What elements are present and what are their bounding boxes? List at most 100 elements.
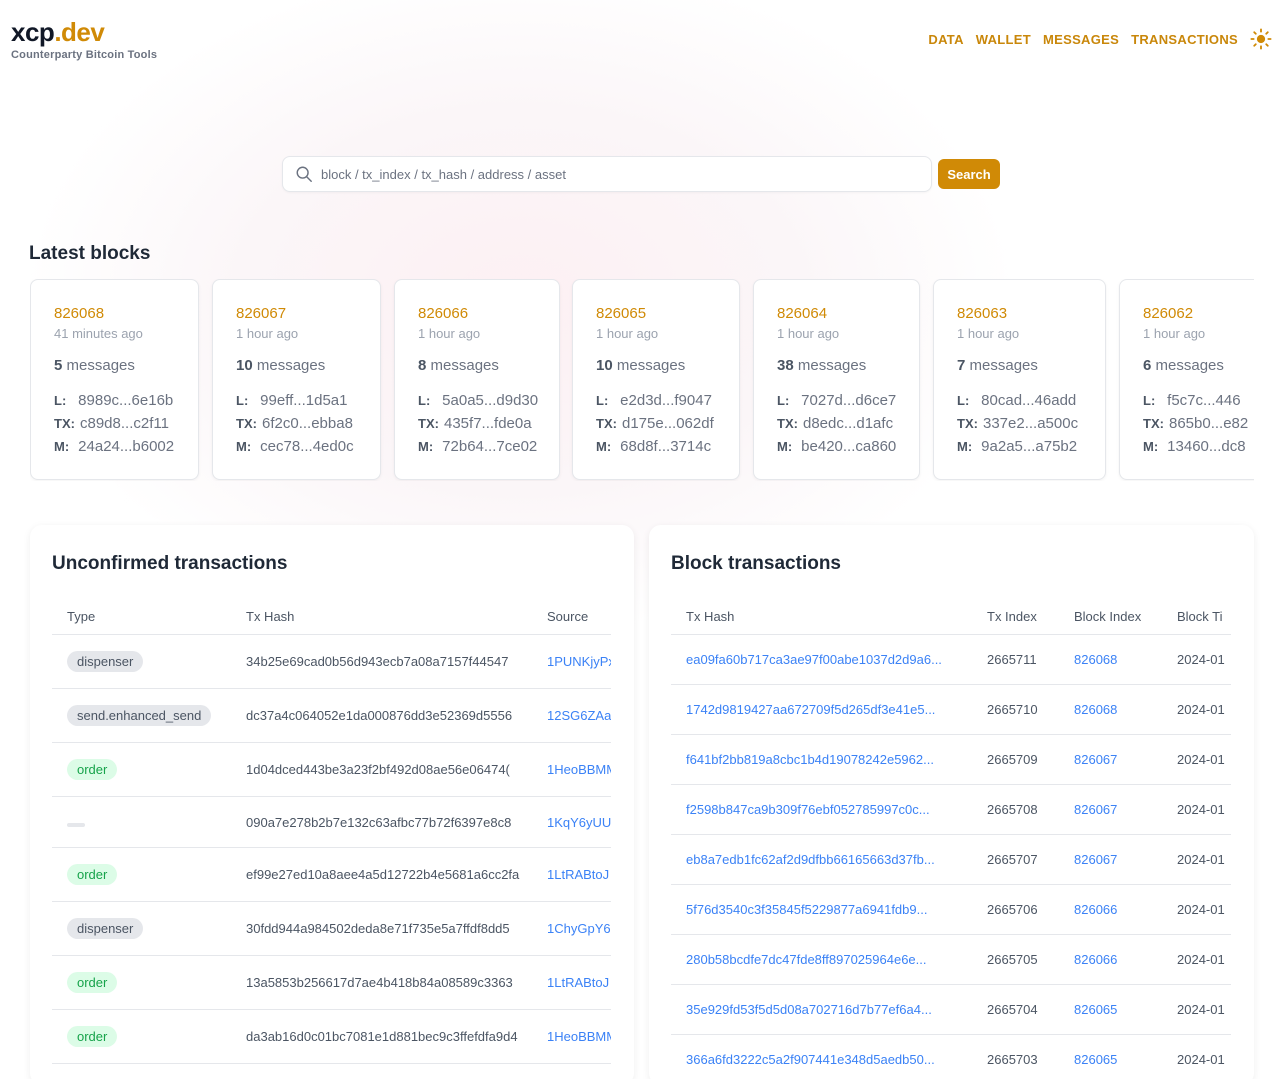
block-message-count: 10 messages: [236, 357, 326, 374]
source-address-link[interactable]: 1KqY6yUU: [532, 815, 611, 830]
tx-index-cell: 2665705: [987, 952, 1038, 967]
table-row[interactable]: order ef99e27ed10a8aee4a5d12722b4e5681a6c…: [52, 848, 611, 902]
table-row[interactable]: 5f76d3540c3f35845f5229877a6941fdb9... 266…: [671, 885, 1231, 935]
source-address-link[interactable]: 1HeoBBMM: [532, 1029, 611, 1044]
table-row[interactable]: send.enhanced_send dc37a4c064052e1da00087…: [52, 689, 611, 743]
site-logo[interactable]: xcp.dev: [11, 17, 157, 47]
table-row[interactable]: eb8a7edb1fc62af2d9dfbb66165663d37fb... 26…: [671, 835, 1231, 885]
type-badge: dispenser: [67, 651, 144, 672]
txlist-hash: d175e...062df: [622, 415, 714, 432]
source-address-link[interactable]: 1HeoBBMM: [532, 762, 611, 777]
search-input[interactable]: [321, 166, 931, 182]
block-number[interactable]: 826065: [596, 304, 739, 324]
tx-hash-cell[interactable]: 13a5853b256617d7ae4b418b84a08589c3363: [231, 975, 532, 990]
site-tagline: Counterparty Bitcoin Tools: [11, 49, 158, 61]
block-number[interactable]: 826062: [1143, 304, 1254, 324]
tx-index-cell: 2665710: [987, 702, 1038, 717]
type-badge: send.enhanced_send: [67, 705, 212, 726]
col-block-time: Block Ti: [1177, 609, 1223, 624]
table-row[interactable]: order da3ab16d0c01bc7081e1d881bec9c3ffefd…: [52, 1010, 611, 1064]
block-number[interactable]: 826066: [418, 304, 559, 324]
txlist-hash: 435f7...fde0a: [444, 415, 532, 432]
tx-hash-link[interactable]: 5f76d3540c3f35845f5229877a6941fdb9...: [671, 902, 972, 917]
table-row[interactable]: 366a6fd3222c5a2f907441e348d5aedb50... 266…: [671, 1035, 1231, 1079]
block-number[interactable]: 826064: [777, 304, 919, 324]
nav-wallet[interactable]: WALLET: [976, 32, 1031, 47]
block-index-link[interactable]: 826067: [1059, 752, 1162, 767]
tx-hash-cell[interactable]: 30fdd944a984502deda8e71f735e5a7ffdf8dd5: [231, 921, 532, 936]
type-cell: send.enhanced_send: [52, 705, 231, 726]
block-index-link[interactable]: 826066: [1059, 902, 1162, 917]
table-row[interactable]: dispenser 30fdd944a984502deda8e71f735e5a7…: [52, 902, 611, 956]
sun-icon[interactable]: [1250, 28, 1272, 50]
table-row[interactable]: dispenser 34b25e69cad0b56d943ecb7a08a7157…: [52, 635, 611, 689]
brand[interactable]: xcp.dev Counterparty Bitcoin Tools: [11, 17, 157, 61]
block-card[interactable]: 826068 41 minutes ago 5 messages L: 8989…: [30, 279, 199, 480]
tx-hash-cell[interactable]: 34b25e69cad0b56d943ecb7a08a7157f44547: [231, 654, 532, 669]
block-number[interactable]: 826068: [54, 304, 198, 324]
table-row[interactable]: ea09fa60b717ca3ae97f00abe1037d2d9a6... 26…: [671, 635, 1231, 685]
block-index-link[interactable]: 826068: [1059, 702, 1162, 717]
tx-hash-link[interactable]: 280b58bcdfe7dc47fde8ff897025964e6e...: [671, 952, 972, 967]
tx-hash-link[interactable]: 1742d9819427aa672709f5d265df3e41e5...: [671, 702, 972, 717]
block-card[interactable]: 826064 1 hour ago 38 messages L: 7027d..…: [753, 279, 920, 480]
tx-hash-link[interactable]: f641bf2bb819a8cbc1b4d19078242e5962...: [671, 752, 972, 767]
block-index-link[interactable]: 826067: [1059, 852, 1162, 867]
type-cell: order: [52, 759, 231, 780]
block-card[interactable]: 826062 1 hour ago 6 messages L: f5c7c...…: [1119, 279, 1254, 480]
table-row[interactable]: order 1d04dced443be3a23f2bf492d08ae56e064…: [52, 743, 611, 797]
tx-index-cell: 2665708: [987, 802, 1038, 817]
tx-hash-link[interactable]: 35e929fd53f5d5d08a702716d7b77ef6a4...: [671, 1002, 972, 1017]
type-cell: order: [52, 864, 231, 885]
block-index-link[interactable]: 826068: [1059, 652, 1162, 667]
table-row[interactable]: f641bf2bb819a8cbc1b4d19078242e5962... 266…: [671, 735, 1231, 785]
block-card[interactable]: 826066 1 hour ago 8 messages L: 5a0a5...…: [394, 279, 560, 480]
block-time-cell: 2024-01: [1177, 952, 1225, 967]
table-row[interactable]: f2598b847ca9b309f76ebf052785997c0c... 266…: [671, 785, 1231, 835]
tx-hash-link[interactable]: eb8a7edb1fc62af2d9dfbb66165663d37fb...: [671, 852, 972, 867]
source-address-link[interactable]: 1LtRABtoJ: [532, 867, 611, 882]
block-index-link[interactable]: 826066: [1059, 952, 1162, 967]
block-time-cell: 2024-01: [1177, 1052, 1225, 1067]
col-type: Type: [67, 609, 96, 624]
tx-hash-link[interactable]: ea09fa60b717ca3ae97f00abe1037d2d9a6...: [671, 652, 972, 667]
source-address-link[interactable]: 1PUNKjyPx: [532, 654, 611, 669]
table-row[interactable]: 35e929fd53f5d5d08a702716d7b77ef6a4... 266…: [671, 985, 1231, 1035]
search-field[interactable]: [282, 156, 932, 192]
block-number[interactable]: 826063: [957, 304, 1105, 324]
tx-hash-cell[interactable]: ef99e27ed10a8aee4a5d12722b4e5681a6cc2fa: [231, 867, 532, 882]
source-address-link[interactable]: 1LtRABtoJ: [532, 975, 611, 990]
tx-hash-cell[interactable]: 1d04dced443be3a23f2bf492d08ae56e06474(: [231, 762, 532, 777]
tx-hash-cell[interactable]: da3ab16d0c01bc7081e1d881bec9c3ffefdfa9d4: [231, 1029, 532, 1044]
search-button[interactable]: Search: [938, 159, 1000, 189]
tx-hash-cell[interactable]: 090a7e278b2b7e132c63afbc77b72f6397e8c8: [231, 815, 532, 830]
nav-transactions[interactable]: TRANSACTIONS: [1131, 32, 1238, 47]
messages-hash: be420...ca860: [801, 438, 897, 455]
nav-data[interactable]: DATA: [928, 32, 963, 47]
tx-index-cell: 2665704: [987, 1002, 1038, 1017]
col-tx-hash: Tx Hash: [246, 609, 295, 624]
nav-messages[interactable]: MESSAGES: [1043, 32, 1119, 47]
block-index-link[interactable]: 826065: [1059, 1002, 1162, 1017]
source-address-link[interactable]: 12SG6ZAa: [532, 708, 611, 723]
source-address-link[interactable]: 1ChyGpY6: [532, 921, 611, 936]
messages-hash: 24a24...b6002: [78, 438, 175, 455]
table-row[interactable]: 280b58bcdfe7dc47fde8ff897025964e6e... 266…: [671, 935, 1231, 985]
block-age: 1 hour ago: [1143, 326, 1206, 341]
block-number[interactable]: 826067: [236, 304, 380, 324]
table-row[interactable]: 1742d9819427aa672709f5d265df3e41e5... 266…: [671, 685, 1231, 735]
block-card[interactable]: 826067 1 hour ago 10 messages L: 99eff..…: [212, 279, 381, 480]
tx-hash-link[interactable]: 366a6fd3222c5a2f907441e348d5aedb50...: [671, 1052, 972, 1067]
tx-hash-link[interactable]: f2598b847ca9b309f76ebf052785997c0c...: [671, 802, 972, 817]
block-card[interactable]: 826063 1 hour ago 7 messages L: 80cad...…: [933, 279, 1106, 480]
block-transactions-table: Tx Hash Tx Index Block Index Block Ti ea…: [671, 599, 1231, 1079]
block-index-link[interactable]: 826065: [1059, 1052, 1162, 1067]
table-row[interactable]: order 13a5853b256617d7ae4b418b84a08589c33…: [52, 956, 611, 1010]
block-index-link[interactable]: 826067: [1059, 802, 1162, 817]
block-card[interactable]: 826065 1 hour ago 10 messages L: e2d3d..…: [572, 279, 740, 480]
type-badge: [67, 822, 85, 827]
txlist-hash: 337e2...a500c: [983, 415, 1079, 432]
tx-hash-cell[interactable]: dc37a4c064052e1da000876dd3e52369d5556: [231, 708, 532, 723]
block-message-count: 8 messages: [418, 357, 499, 374]
table-row[interactable]: 090a7e278b2b7e132c63afbc77b72f6397e8c8 1K…: [52, 797, 611, 848]
